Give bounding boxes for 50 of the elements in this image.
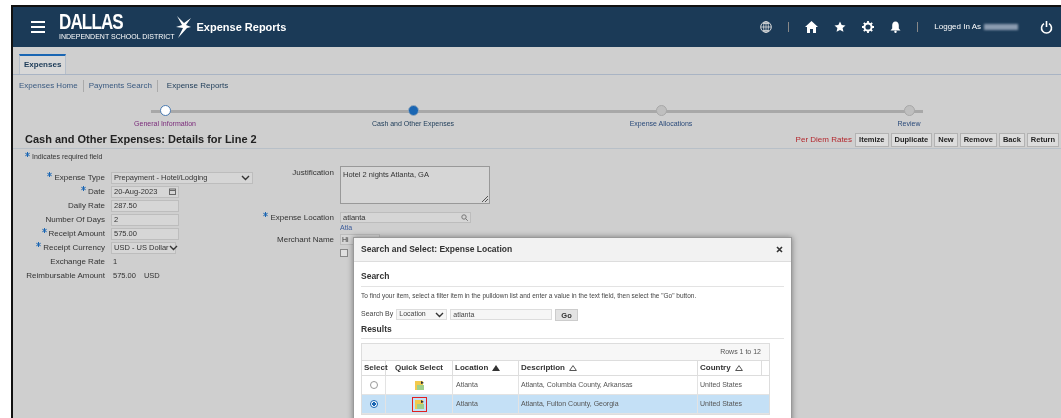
- search-icon[interactable]: [461, 214, 468, 221]
- redacted-name: [984, 24, 1018, 30]
- checkbox[interactable]: [340, 248, 348, 257]
- field-label: Receipt Amount: [48, 227, 105, 240]
- user-label: Logged In As: [934, 21, 981, 33]
- column-header[interactable]: Select: [364, 362, 388, 375]
- radio-button[interactable]: [369, 381, 378, 390]
- column-header[interactable]: Location: [455, 362, 489, 375]
- sort-ascending-icon[interactable]: [492, 365, 501, 372]
- field-label: Expense Type: [54, 171, 105, 184]
- star-icon[interactable]: [834, 21, 847, 33]
- menu-icon[interactable]: [31, 21, 45, 33]
- column-header[interactable]: Quick Select: [395, 362, 443, 375]
- nav-link[interactable]: Expenses Home: [19, 80, 78, 92]
- section-heading: Results: [361, 322, 784, 340]
- radio-button[interactable]: [369, 400, 378, 409]
- field-label: Exchange Rate: [50, 255, 105, 268]
- bell-icon[interactable]: [890, 21, 902, 33]
- power-icon[interactable]: [1040, 20, 1053, 34]
- chevron-down-icon: [435, 311, 445, 318]
- settings-icon[interactable]: [862, 21, 875, 33]
- nav-link[interactable]: Payments Search: [88, 80, 152, 92]
- chevron-down-icon: [241, 174, 250, 181]
- close-icon[interactable]: [776, 246, 783, 253]
- field-label: Justification: [291, 166, 335, 179]
- sort-icon[interactable]: [569, 365, 577, 372]
- dialog-title: Search and Select: Expense Location: [361, 243, 513, 256]
- per-diem-link[interactable]: Per Diem Rates: [795, 133, 853, 146]
- calendar-icon[interactable]: [169, 188, 176, 195]
- required-icon: [25, 151, 30, 157]
- page-title: Cash and Other Expenses: Details for Line 2: [25, 132, 257, 148]
- column-header[interactable]: Country: [700, 362, 731, 375]
- chevron-down-icon: [168, 244, 178, 251]
- tab[interactable]: Expenses: [19, 54, 67, 74]
- field-label: Reimbursable Amount: [26, 269, 105, 282]
- sort-icon[interactable]: [734, 365, 743, 372]
- field-label: Expense Location: [270, 211, 334, 224]
- logo-text: DALLAS: [59, 11, 123, 34]
- nav-link[interactable]: Expense Reports: [166, 80, 229, 92]
- globe-icon[interactable]: [760, 21, 773, 33]
- field-label: Merchant Name: [276, 233, 335, 246]
- column-header[interactable]: Description: [521, 362, 565, 375]
- field-label: Date: [88, 185, 105, 198]
- section-heading: Search: [361, 270, 784, 287]
- field-label: Number Of Days: [45, 213, 105, 226]
- field-label: Daily Rate: [68, 199, 105, 212]
- home-icon[interactable]: [805, 21, 819, 33]
- field-label: Receipt Currency: [43, 241, 105, 254]
- app-title: Expense Reports: [196, 19, 287, 35]
- resize-handle-icon[interactable]: [482, 195, 488, 202]
